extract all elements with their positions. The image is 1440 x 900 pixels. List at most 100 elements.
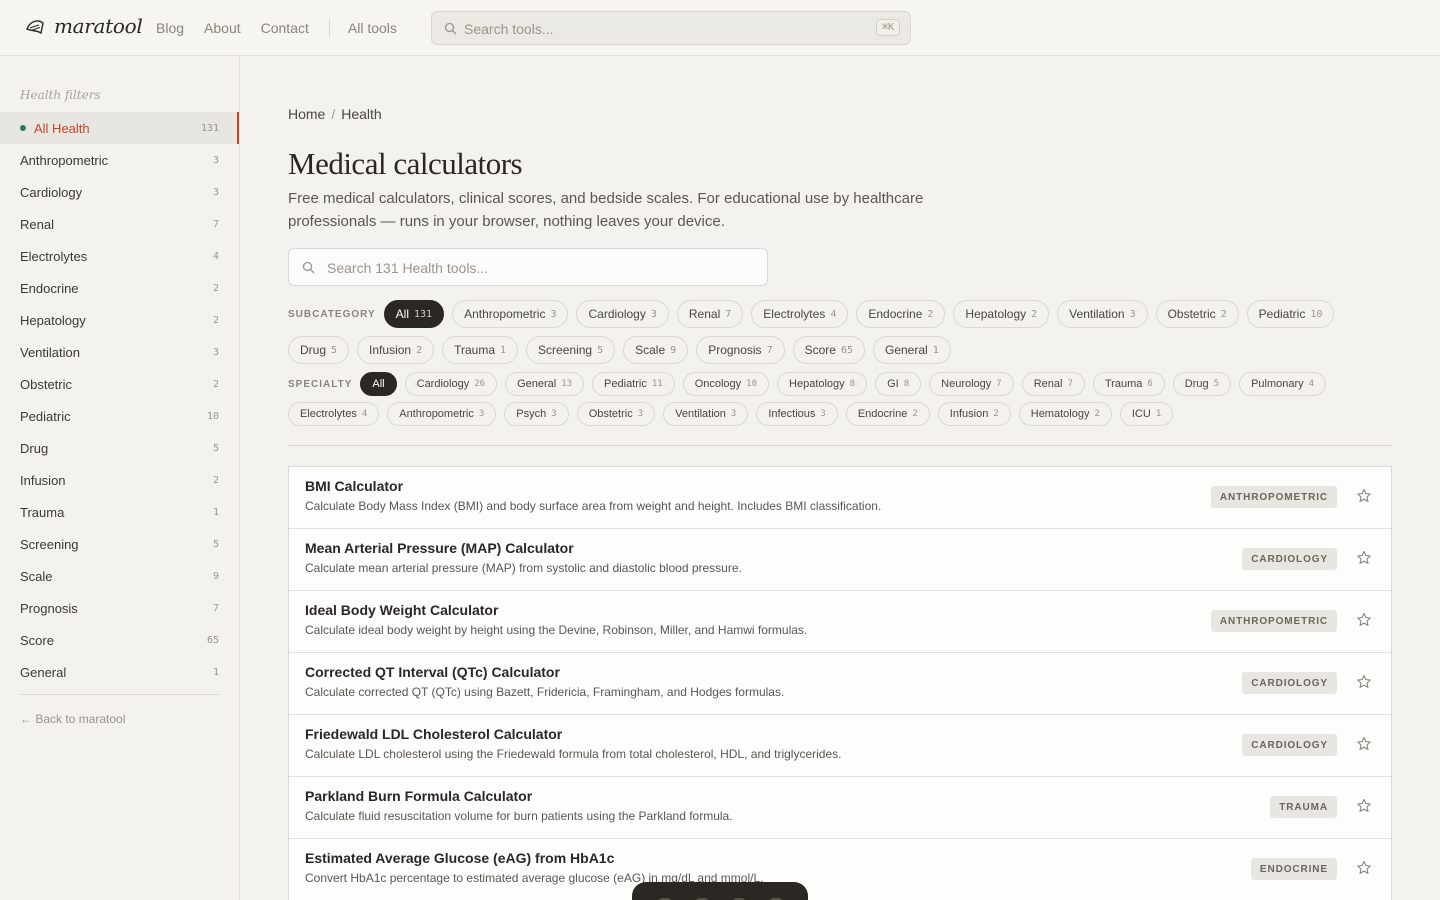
subcategory-chip-drug[interactable]: Drug 5: [288, 336, 350, 364]
subcategory-chip-score[interactable]: Score 65: [792, 336, 865, 364]
specialty-chip-renal[interactable]: Renal 7: [1021, 372, 1085, 396]
nav-about[interactable]: About: [204, 20, 241, 36]
sidebar-item-endocrine[interactable]: Endocrine 2: [0, 272, 239, 304]
sidebar-item-all-health[interactable]: All Health 131: [0, 112, 239, 144]
favorite-star-icon[interactable]: [1356, 550, 1372, 571]
sidebar-item-trauma[interactable]: Trauma 1: [0, 496, 239, 528]
subcategory-chip-pediatric[interactable]: Pediatric 10: [1246, 300, 1335, 328]
sidebar-item-prognosis[interactable]: Prognosis 7: [0, 592, 239, 624]
sidebar-item-electrolytes[interactable]: Electrolytes 4: [0, 240, 239, 272]
specialty-chip-general[interactable]: General 13: [505, 372, 585, 396]
specialty-chip-psych[interactable]: Psych 3: [504, 402, 569, 426]
chip-label: Renal: [688, 307, 721, 321]
specialty-chip-neurology[interactable]: Neurology 7: [929, 372, 1014, 396]
specialty-chip-gi[interactable]: GI 8: [875, 372, 922, 396]
favorite-star-icon[interactable]: [1356, 674, 1372, 695]
tool-title[interactable]: Mean Arterial Pressure (MAP) Calculator: [305, 540, 574, 556]
specialty-chip-icu[interactable]: ICU 1: [1119, 402, 1174, 426]
nav-contact[interactable]: Contact: [261, 20, 309, 36]
brand-logo[interactable]: maratool: [24, 14, 143, 38]
sidebar-item-score[interactable]: Score 65: [0, 624, 239, 656]
health-search-input[interactable]: Search 131 Health tools...: [288, 248, 768, 286]
global-search-input[interactable]: Search tools... ⌘K: [431, 11, 911, 45]
tool-row[interactable]: Estimated Average Glucose (eAG) from HbA…: [289, 839, 1391, 900]
specialty-chip-pulmonary[interactable]: Pulmonary 4: [1239, 372, 1327, 396]
specialty-chip-electrolytes[interactable]: Electrolytes 4: [288, 402, 380, 426]
specialty-chip-trauma[interactable]: Trauma 6: [1092, 372, 1165, 396]
tool-title[interactable]: Parkland Burn Formula Calculator: [305, 788, 532, 804]
specialty-chip-ventilation[interactable]: Ventilation 3: [663, 402, 749, 426]
subcategory-chip-renal[interactable]: Renal 7: [676, 300, 744, 328]
specialty-chip-all[interactable]: All: [360, 372, 397, 396]
floating-toolbar[interactable]: [632, 882, 808, 900]
tool-title[interactable]: BMI Calculator: [305, 478, 403, 494]
specialty-chip-anthropometric[interactable]: Anthropometric 3: [387, 402, 497, 426]
tool-title[interactable]: Estimated Average Glucose (eAG) from HbA…: [305, 850, 614, 866]
subcategory-chip-trauma[interactable]: Trauma 1: [442, 336, 519, 364]
nav-all-tools[interactable]: All tools: [348, 20, 397, 36]
specialty-chip-hepatology[interactable]: Hepatology 8: [777, 372, 868, 396]
tool-row[interactable]: Mean Arterial Pressure (MAP) Calculator C…: [289, 529, 1391, 591]
sidebar-item-general[interactable]: General 1: [0, 656, 239, 688]
back-to-maratool-link[interactable]: ← Back to maratool: [20, 712, 125, 726]
favorite-star-icon[interactable]: [1356, 612, 1372, 633]
sidebar-item-pediatric[interactable]: Pediatric 10: [0, 400, 239, 432]
sidebar-item-obstetric[interactable]: Obstetric 2: [0, 368, 239, 400]
favorite-star-icon[interactable]: [1356, 488, 1372, 509]
breadcrumb-home[interactable]: Home: [288, 106, 325, 122]
subcategory-chip-anthropometric[interactable]: Anthropometric 3: [452, 300, 569, 328]
tool-row[interactable]: Parkland Burn Formula Calculator Calculat…: [289, 777, 1391, 839]
tool-row[interactable]: BMI Calculator Calculate Body Mass Index …: [289, 467, 1391, 529]
sidebar-item-cardiology[interactable]: Cardiology 3: [0, 176, 239, 208]
subcategory-chip-electrolytes[interactable]: Electrolytes 4: [751, 300, 849, 328]
favorite-star-icon[interactable]: [1356, 798, 1372, 819]
specialty-chip-cardiology[interactable]: Cardiology 26: [404, 372, 498, 396]
sidebar-item-count: 3: [212, 154, 219, 166]
specialty-chip-obstetric[interactable]: Obstetric 3: [576, 402, 656, 426]
sidebar-item-count: 2: [212, 282, 219, 294]
subcategory-chip-screening[interactable]: Screening 5: [526, 336, 616, 364]
specialty-chip-pediatric[interactable]: Pediatric 11: [592, 372, 675, 396]
sidebar-item-renal[interactable]: Renal 7: [0, 208, 239, 240]
subcategory-chip-endocrine[interactable]: Endocrine 2: [856, 300, 946, 328]
tool-title[interactable]: Friedewald LDL Cholesterol Calculator: [305, 726, 562, 742]
chip-label: Trauma: [1104, 378, 1143, 390]
sidebar-item-anthropometric[interactable]: Anthropometric 3: [0, 144, 239, 176]
subcategory-chip-scale[interactable]: Scale 9: [623, 336, 689, 364]
specialty-chip-infectious[interactable]: Infectious 3: [756, 402, 838, 426]
chip-label: Ventilation: [675, 408, 726, 420]
sidebar-item-drug[interactable]: Drug 5: [0, 432, 239, 464]
sidebar-item-ventilation[interactable]: Ventilation 3: [0, 336, 239, 368]
sidebar-item-screening[interactable]: Screening 5: [0, 528, 239, 560]
specialty-chip-oncology[interactable]: Oncology 10: [682, 372, 770, 396]
subcategory-chip-general[interactable]: General 1: [873, 336, 951, 364]
nav-blog[interactable]: Blog: [156, 20, 184, 36]
chip-count: 65: [840, 344, 853, 356]
subcategory-chip-infusion[interactable]: Infusion 2: [357, 336, 435, 364]
tool-row[interactable]: Ideal Body Weight Calculator Calculate id…: [289, 591, 1391, 653]
subcategory-chip-all[interactable]: All 131: [383, 300, 445, 328]
sidebar-item-scale[interactable]: Scale 9: [0, 560, 239, 592]
chip-label: General: [885, 343, 928, 357]
subcategory-chip-hepatology[interactable]: Hepatology 2: [953, 300, 1050, 328]
specialty-chip-infusion[interactable]: Infusion 2: [937, 402, 1011, 426]
specialty-chip-hematology[interactable]: Hematology 2: [1018, 402, 1112, 426]
chip-label: Trauma: [454, 343, 496, 357]
sidebar-item-infusion[interactable]: Infusion 2: [0, 464, 239, 496]
sidebar-item-hepatology[interactable]: Hepatology 2: [0, 304, 239, 336]
favorite-star-icon[interactable]: [1356, 860, 1372, 881]
tool-row[interactable]: Friedewald LDL Cholesterol Calculator Cal…: [289, 715, 1391, 777]
breadcrumb-health[interactable]: Health: [341, 106, 381, 122]
tool-title[interactable]: Corrected QT Interval (QTc) Calculator: [305, 664, 560, 680]
specialty-chip-endocrine[interactable]: Endocrine 2: [845, 402, 930, 426]
tool-row[interactable]: Corrected QT Interval (QTc) Calculator Ca…: [289, 653, 1391, 715]
chip-count: 1: [1155, 409, 1162, 419]
brand-name: maratool: [54, 14, 143, 38]
tool-title[interactable]: Ideal Body Weight Calculator: [305, 602, 498, 618]
subcategory-chip-prognosis[interactable]: Prognosis 7: [696, 336, 785, 364]
subcategory-chip-ventilation[interactable]: Ventilation 3: [1057, 300, 1148, 328]
specialty-chip-drug[interactable]: Drug 5: [1172, 372, 1232, 396]
favorite-star-icon[interactable]: [1356, 736, 1372, 757]
subcategory-chip-cardiology[interactable]: Cardiology 3: [576, 300, 669, 328]
subcategory-chip-obstetric[interactable]: Obstetric 2: [1155, 300, 1239, 328]
